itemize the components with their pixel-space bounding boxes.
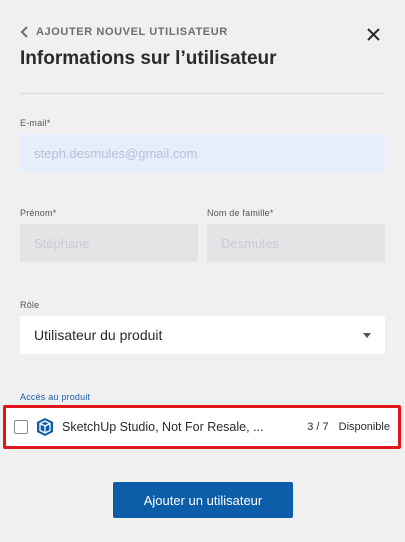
- first-name-field[interactable]: [20, 224, 198, 262]
- header: AJOUTER NOUVEL UTILISATEUR Informations …: [20, 24, 389, 70]
- email-label: E-mail*: [20, 118, 51, 128]
- product-status: Disponible: [338, 421, 390, 433]
- product-access-label: Accès au produit: [20, 392, 91, 402]
- last-name-label: Nom de famille*: [207, 208, 274, 218]
- role-select[interactable]: Utilisateur du produit: [20, 316, 385, 354]
- product-name: SketchUp Studio, Not For Resale, ...: [62, 420, 264, 434]
- product-checkbox[interactable]: [14, 420, 28, 434]
- email-field[interactable]: [20, 134, 385, 172]
- back-link[interactable]: AJOUTER NOUVEL UTILISATEUR: [20, 24, 389, 40]
- add-user-button[interactable]: Ajouter un utilisateur: [113, 482, 293, 518]
- role-label: Rôle: [20, 300, 40, 310]
- first-name-label: Prénom*: [20, 208, 57, 218]
- close-button[interactable]: [365, 26, 381, 42]
- role-select-value: Utilisateur du produit: [34, 327, 163, 343]
- chevron-left-icon[interactable]: [20, 26, 30, 38]
- divider: [20, 93, 385, 94]
- sketchup-logo-icon: [37, 418, 53, 436]
- close-icon[interactable]: [366, 27, 380, 41]
- product-seat-count: 3 / 7: [307, 421, 329, 433]
- product-access-row[interactable]: SketchUp Studio, Not For Resale, ... 3 /…: [3, 405, 401, 449]
- last-name-field[interactable]: [207, 224, 385, 262]
- page-title: Informations sur l’utilisateur: [20, 48, 277, 69]
- caret-down-icon: [363, 332, 371, 338]
- back-link-label[interactable]: AJOUTER NOUVEL UTILISATEUR: [36, 26, 228, 38]
